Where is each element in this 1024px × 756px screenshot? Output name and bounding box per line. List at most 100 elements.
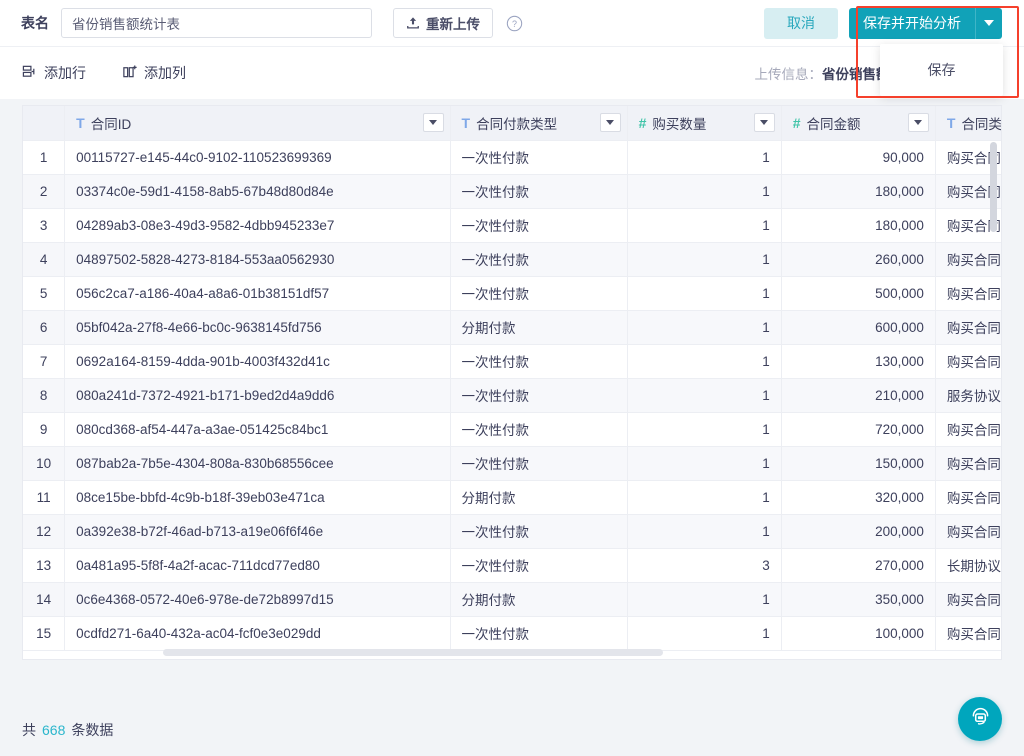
cell-contract-kind[interactable]: 服务协议 — [935, 378, 1002, 412]
cell-payment-type[interactable]: 分期付款 — [450, 310, 627, 344]
cell-contract-kind[interactable]: 购买合同 — [935, 446, 1002, 480]
cell-contract-kind[interactable]: 购买合同 — [935, 582, 1002, 616]
cell-contract-kind[interactable]: 购买合同 — [935, 412, 1002, 446]
cell-quantity[interactable]: 1 — [627, 276, 781, 310]
cell-quantity[interactable]: 1 — [627, 174, 781, 208]
cell-payment-type[interactable]: 一次性付款 — [450, 344, 627, 378]
cell-contract-id[interactable]: 087bab2a-7b5e-4304-808a-830b68556cee — [65, 446, 450, 480]
column-filter-button-payment-type[interactable] — [600, 113, 621, 132]
row-index-cell[interactable]: 7 — [23, 344, 65, 378]
table-name-input[interactable] — [61, 8, 372, 38]
cell-contract-kind[interactable]: 购买合同 — [935, 480, 1002, 514]
cell-amount[interactable]: 100,000 — [781, 616, 935, 650]
table-row[interactable]: 8080a241d-7372-4921-b171-b9ed2d4a9dd6一次性… — [23, 378, 1002, 412]
cell-contract-id[interactable]: 0cdfd271-6a40-432a-ac04-fcf0e3e029dd — [65, 616, 450, 650]
cell-payment-type[interactable]: 一次性付款 — [450, 242, 627, 276]
cell-payment-type[interactable]: 一次性付款 — [450, 616, 627, 650]
column-header-contract-id[interactable]: T 合同ID — [65, 106, 450, 140]
add-column-button[interactable]: 添加列 — [122, 63, 186, 83]
cell-contract-id[interactable]: 05bf042a-27f8-4e66-bc0c-9638145fd756 — [65, 310, 450, 344]
cell-payment-type[interactable]: 分期付款 — [450, 582, 627, 616]
row-index-cell[interactable]: 4 — [23, 242, 65, 276]
cell-contract-kind[interactable]: 长期协议 — [935, 548, 1002, 582]
cell-contract-id[interactable]: 0a392e38-b72f-46ad-b713-a19e06f6f46e — [65, 514, 450, 548]
cell-payment-type[interactable]: 一次性付款 — [450, 174, 627, 208]
cell-contract-id[interactable]: 0a481a95-5f8f-4a2f-acac-711dcd77ed80 — [65, 548, 450, 582]
row-index-cell[interactable]: 14 — [23, 582, 65, 616]
cell-quantity[interactable]: 3 — [627, 548, 781, 582]
cell-contract-id[interactable]: 03374c0e-59d1-4158-8ab5-67b48d80d84e — [65, 174, 450, 208]
cell-amount[interactable]: 270,000 — [781, 548, 935, 582]
table-vertical-scrollbar[interactable] — [990, 142, 997, 232]
cell-amount[interactable]: 500,000 — [781, 276, 935, 310]
cell-contract-id[interactable]: 04289ab3-08e3-49d3-9582-4dbb945233e7 — [65, 208, 450, 242]
table-row[interactable]: 120a392e38-b72f-46ad-b713-a19e06f6f46e一次… — [23, 514, 1002, 548]
table-row[interactable]: 10087bab2a-7b5e-4304-808a-830b68556cee一次… — [23, 446, 1002, 480]
save-dropdown-toggle[interactable] — [975, 8, 1002, 39]
cancel-button[interactable]: 取消 — [764, 8, 838, 39]
cell-contract-kind[interactable]: 购买合同 — [935, 310, 1002, 344]
row-index-cell[interactable]: 2 — [23, 174, 65, 208]
support-chat-button[interactable] — [958, 697, 1002, 741]
column-header-quantity[interactable]: # 购买数量 — [627, 106, 781, 140]
cell-contract-id[interactable]: 0692a164-8159-4dda-901b-4003f432d41c — [65, 344, 450, 378]
cell-contract-id[interactable]: 04897502-5828-4273-8184-553aa0562930 — [65, 242, 450, 276]
row-index-cell[interactable]: 1 — [23, 140, 65, 174]
cell-quantity[interactable]: 1 — [627, 616, 781, 650]
cell-contract-id[interactable]: 056c2ca7-a186-40a4-a8a6-01b38151df57 — [65, 276, 450, 310]
cell-contract-kind[interactable]: 购买合同 — [935, 242, 1002, 276]
menu-item-save[interactable]: 保存 — [880, 44, 1003, 96]
cell-quantity[interactable]: 1 — [627, 446, 781, 480]
row-index-cell[interactable]: 11 — [23, 480, 65, 514]
cell-quantity[interactable]: 1 — [627, 480, 781, 514]
cell-amount[interactable]: 210,000 — [781, 378, 935, 412]
cell-quantity[interactable]: 1 — [627, 140, 781, 174]
save-and-analyze-button[interactable]: 保存并开始分析 — [849, 8, 975, 39]
table-row[interactable]: 404897502-5828-4273-8184-553aa0562930一次性… — [23, 242, 1002, 276]
row-index-cell[interactable]: 13 — [23, 548, 65, 582]
cell-payment-type[interactable]: 一次性付款 — [450, 548, 627, 582]
table-row[interactable]: 70692a164-8159-4dda-901b-4003f432d41c一次性… — [23, 344, 1002, 378]
row-index-cell[interactable]: 15 — [23, 616, 65, 650]
cell-amount[interactable]: 130,000 — [781, 344, 935, 378]
cell-amount[interactable]: 150,000 — [781, 446, 935, 480]
column-filter-button-contract-id[interactable] — [423, 113, 444, 132]
cell-amount[interactable]: 350,000 — [781, 582, 935, 616]
table-row[interactable]: 5056c2ca7-a186-40a4-a8a6-01b38151df57一次性… — [23, 276, 1002, 310]
table-horizontal-scrollbar[interactable] — [163, 649, 663, 656]
column-filter-button-amount[interactable] — [908, 113, 929, 132]
table-row[interactable]: 605bf042a-27f8-4e66-bc0c-9638145fd756分期付… — [23, 310, 1002, 344]
column-header-amount[interactable]: # 合同金额 — [781, 106, 935, 140]
cell-quantity[interactable]: 1 — [627, 344, 781, 378]
cell-payment-type[interactable]: 一次性付款 — [450, 514, 627, 548]
row-index-cell[interactable]: 9 — [23, 412, 65, 446]
column-filter-button-quantity[interactable] — [754, 113, 775, 132]
reupload-button[interactable]: 重新上传 — [393, 8, 493, 38]
cell-contract-kind[interactable]: 购买合同 — [935, 514, 1002, 548]
column-header-contract-kind[interactable]: T 合同类 — [935, 106, 1002, 140]
cell-contract-kind[interactable]: 购买合同 — [935, 344, 1002, 378]
cell-amount[interactable]: 600,000 — [781, 310, 935, 344]
cell-contract-id[interactable]: 080cd368-af54-447a-a3ae-051425c84bc1 — [65, 412, 450, 446]
add-row-button[interactable]: 添加行 — [22, 63, 86, 83]
cell-quantity[interactable]: 1 — [627, 378, 781, 412]
cell-quantity[interactable]: 1 — [627, 582, 781, 616]
cell-contract-id[interactable]: 080a241d-7372-4921-b171-b9ed2d4a9dd6 — [65, 378, 450, 412]
cell-amount[interactable]: 180,000 — [781, 208, 935, 242]
cell-quantity[interactable]: 1 — [627, 412, 781, 446]
cell-contract-id[interactable]: 08ce15be-bbfd-4c9b-b18f-39eb03e471ca — [65, 480, 450, 514]
cell-amount[interactable]: 720,000 — [781, 412, 935, 446]
cell-payment-type[interactable]: 一次性付款 — [450, 412, 627, 446]
row-index-cell[interactable]: 8 — [23, 378, 65, 412]
cell-payment-type[interactable]: 一次性付款 — [450, 446, 627, 480]
cell-amount[interactable]: 200,000 — [781, 514, 935, 548]
cell-payment-type[interactable]: 一次性付款 — [450, 276, 627, 310]
cell-contract-kind[interactable]: 购买合同 — [935, 276, 1002, 310]
cell-quantity[interactable]: 1 — [627, 310, 781, 344]
cell-amount[interactable]: 260,000 — [781, 242, 935, 276]
row-index-cell[interactable]: 12 — [23, 514, 65, 548]
row-index-cell[interactable]: 10 — [23, 446, 65, 480]
table-row[interactable]: 140c6e4368-0572-40e6-978e-de72b8997d15分期… — [23, 582, 1002, 616]
table-row[interactable]: 304289ab3-08e3-49d3-9582-4dbb945233e7一次性… — [23, 208, 1002, 242]
help-icon[interactable]: ? — [506, 15, 523, 32]
